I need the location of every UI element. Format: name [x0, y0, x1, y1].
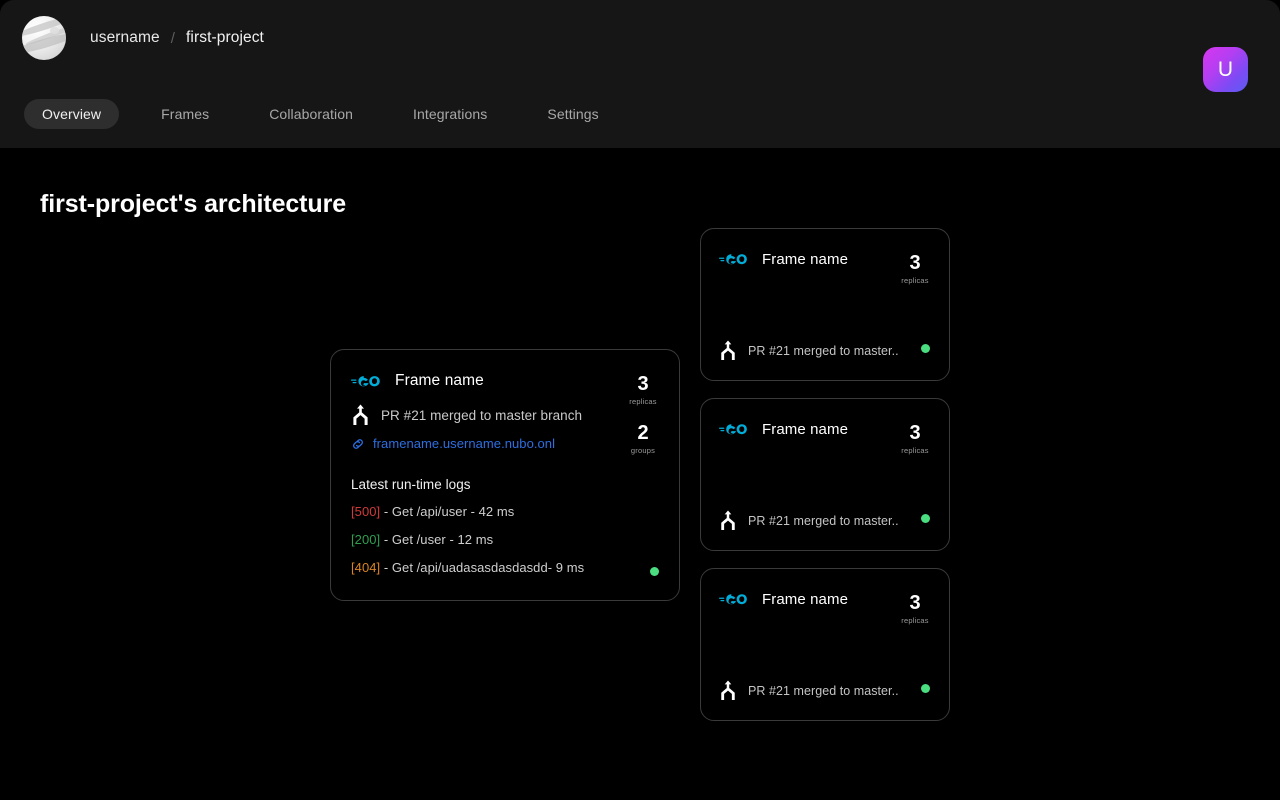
groups-label: groups — [630, 446, 656, 455]
breadcrumb-user[interactable]: username — [90, 29, 160, 47]
frame-card-side-1[interactable]: Frame name 3 replicas PR #21 merged to m… — [700, 228, 950, 381]
replicas-label: replicas — [901, 276, 929, 285]
replicas-label: replicas — [629, 397, 657, 406]
merge-status-row: PR #21 merged to master branch — [351, 404, 659, 426]
replicas-value: 3 — [637, 373, 649, 395]
status-indicator-dot — [650, 567, 659, 576]
frame-card-main[interactable]: Frame name 3 replicas 2 groups PR #21 me… — [330, 349, 680, 601]
frame-card-header: Frame name — [351, 372, 659, 390]
frame-name-label: Frame name — [762, 591, 849, 608]
git-merge-icon — [353, 404, 368, 425]
log-entry: [500] - Get /api/user - 42 ms — [351, 504, 659, 519]
git-merge-icon — [721, 510, 735, 530]
merge-status-row: PR #21 merged to master.. — [719, 680, 899, 701]
avatar-initial: U — [1217, 57, 1234, 81]
replicas-stat: 3 replicas — [615, 373, 671, 407]
replicas-stat: 3 replicas — [887, 422, 943, 456]
status-indicator-dot — [921, 344, 930, 353]
merge-status-text: PR #21 merged to master.. — [748, 513, 899, 528]
frame-name-label: Frame name — [395, 372, 484, 389]
log-message: - Get /api/uadasasdasdasdd- 9 ms — [380, 560, 585, 575]
runtime-logs-title: Latest run-time logs — [351, 477, 471, 492]
frame-name-label: Frame name — [762, 251, 849, 268]
git-merge-icon — [721, 680, 735, 700]
git-merge-icon — [721, 340, 735, 360]
merge-status-text: PR #21 merged to master.. — [748, 343, 899, 358]
merge-status-row: PR #21 merged to master.. — [719, 510, 899, 531]
replicas-stat: 3 replicas — [887, 252, 943, 286]
replicas-value: 3 — [909, 592, 921, 614]
log-entry: [404] - Get /api/uadasasdasdasdd- 9 ms — [351, 560, 659, 575]
log-status-code: [404] — [351, 560, 381, 575]
runtime-logs-section: Latest run-time logs [500] - Get /api/us… — [351, 477, 659, 575]
log-message: - Get /api/user - 42 ms — [380, 504, 515, 519]
merge-status-text: PR #21 merged to master branch — [381, 407, 583, 423]
tab-collaboration[interactable]: Collaboration — [251, 99, 371, 129]
breadcrumb-separator: / — [170, 29, 176, 47]
status-indicator-dot — [921, 514, 930, 523]
chain-link-icon — [353, 438, 363, 449]
go-logo-icon — [719, 594, 747, 605]
user-avatar-button[interactable]: U — [1203, 47, 1248, 92]
breadcrumb: username / first-project — [90, 29, 264, 47]
header-top-row: username / first-project — [0, 0, 1280, 60]
frame-card-side-3[interactable]: Frame name 3 replicas PR #21 merged to m… — [700, 568, 950, 721]
groups-value: 2 — [637, 422, 649, 444]
frame-card-side-2[interactable]: Frame name 3 replicas PR #21 merged to m… — [700, 398, 950, 551]
primary-tabs: Overview Frames Collaboration Integratio… — [24, 99, 617, 129]
replicas-stat: 3 replicas — [887, 592, 943, 626]
planet-orb-logo-icon[interactable] — [22, 16, 66, 60]
log-status-code: [500] — [351, 504, 381, 519]
architecture-canvas: Frame name 3 replicas 2 groups PR #21 me… — [0, 148, 1280, 800]
tab-frames[interactable]: Frames — [143, 99, 227, 129]
status-indicator-dot — [921, 684, 930, 693]
breadcrumb-project[interactable]: first-project — [186, 29, 264, 47]
log-status-code: [200] — [351, 532, 381, 547]
go-logo-icon — [719, 424, 747, 435]
merge-status-text: PR #21 merged to master.. — [748, 683, 899, 698]
frame-link-row: framename.username.nubo.onl — [351, 436, 659, 451]
frame-name-label: Frame name — [762, 421, 849, 438]
log-entry: [200] - Get /user - 12 ms — [351, 532, 659, 547]
groups-stat: 2 groups — [615, 422, 671, 456]
replicas-value: 3 — [909, 422, 921, 444]
merge-status-row: PR #21 merged to master.. — [719, 340, 899, 361]
orb-band-decoration — [24, 22, 66, 47]
go-logo-icon — [719, 254, 747, 265]
replicas-label: replicas — [901, 616, 929, 625]
tab-overview[interactable]: Overview — [24, 99, 120, 129]
main-content: first-project's architecture Frame name … — [0, 148, 1280, 800]
frame-url-link[interactable]: framename.username.nubo.onl — [373, 436, 555, 451]
replicas-label: replicas — [901, 446, 929, 455]
app-header: username / first-project U Overview Fram… — [0, 0, 1280, 148]
replicas-value: 3 — [909, 252, 921, 274]
tab-integrations[interactable]: Integrations — [395, 99, 505, 129]
log-message: - Get /user - 12 ms — [380, 532, 494, 547]
tab-settings[interactable]: Settings — [529, 99, 616, 129]
go-logo-icon — [351, 375, 380, 386]
